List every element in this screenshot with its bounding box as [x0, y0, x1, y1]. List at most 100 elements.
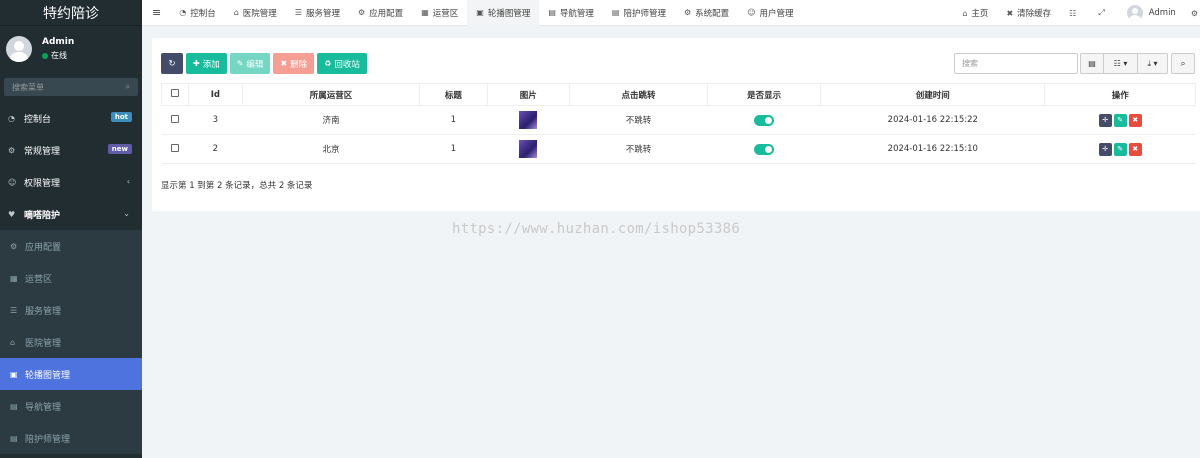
col-header: 标题	[419, 83, 488, 106]
table-toolbar: ↻ ✚ 添加 ✎ 编辑 ✖ 删除 ♻ 回收站	[161, 53, 370, 74]
add-button[interactable]: ✚ 添加	[186, 53, 227, 74]
show-toggle[interactable]	[754, 114, 775, 126]
sidebar-item-hospital[interactable]: ⌂ 医院管理	[0, 326, 142, 358]
tab-label: 陪护师管理	[623, 8, 666, 19]
recycle-icon: ♻	[324, 59, 332, 68]
tab-system-config[interactable]: ⚙ 系统配置	[675, 0, 738, 26]
user-icon: ☺	[747, 8, 756, 17]
tab-operation-area[interactable]: ▦ 运营区	[412, 0, 467, 26]
sidebar-item-didi-care[interactable]: ♥ 嘀嗒陪护 ⌄	[0, 198, 142, 230]
image-icon: ▣	[476, 8, 484, 17]
user-panel: Admin 在线	[0, 26, 142, 72]
row-checkbox[interactable]	[170, 114, 179, 123]
move-icon: ✛	[1102, 145, 1109, 153]
refresh-button[interactable]: ↻	[161, 53, 183, 74]
sidebar-item-label: 导航管理	[25, 402, 62, 413]
columns-button[interactable]: ☷ ▾	[1104, 53, 1138, 74]
translate-button[interactable]: ☷	[1060, 0, 1089, 26]
col-header: 创建时间	[820, 83, 1046, 106]
banner-thumbnail[interactable]	[519, 111, 538, 129]
home-link[interactable]: ⌂ 主页	[953, 0, 997, 26]
sidebar-item-navigation[interactable]: ▤ 导航管理	[0, 390, 142, 422]
select-all-cell[interactable]	[161, 83, 189, 106]
list-icon: ☰	[10, 305, 18, 315]
id-card-icon: ▤	[10, 433, 18, 443]
recycle-bin-button[interactable]: ♻ 回收站	[317, 53, 367, 74]
sidebar-item-operation-area[interactable]: ▦ 运营区	[0, 262, 142, 294]
sidebar-item-permissions[interactable]: ☺ 权限管理 ‹	[0, 166, 142, 198]
tab-label: 服务管理	[305, 8, 340, 19]
sidebar-item-escort[interactable]: ▤ 陪护师管理	[0, 422, 142, 454]
show-toggle[interactable]	[754, 143, 775, 155]
content-panel: ↻ ✚ 添加 ✎ 编辑 ✖ 删除 ♻ 回收站 搜索 ▤ ☷ ▾ ⤓ ▾ ⌕ Id…	[152, 38, 1200, 211]
chevron-left-icon: ‹	[126, 177, 130, 186]
fullscreen-icon: ⤢	[1098, 8, 1105, 17]
sidebar-item-banner[interactable]: ▣ 轮播图管理	[0, 358, 142, 390]
col-header: 图片	[486, 83, 571, 106]
sidebar-item-general[interactable]: ⚙ 常规管理 new	[0, 134, 142, 166]
tab-escort[interactable]: ▤ 陪护师管理	[603, 0, 675, 26]
col-header[interactable]: Id	[187, 83, 243, 106]
sidebar-item-app-config[interactable]: ⚙ 应用配置	[0, 230, 142, 262]
col-header: 是否显示	[707, 83, 822, 106]
tab-service[interactable]: ☰ 服务管理	[286, 0, 349, 26]
edit-button[interactable]: ✎ 编辑	[229, 53, 271, 74]
list-icon: ☰	[294, 8, 302, 17]
avatar	[1126, 5, 1143, 21]
row-edit-button[interactable]: ✎	[1113, 113, 1127, 127]
top-navbar: ≡ ◔ 控制台 ⌂ 医院管理 ☰ 服务管理 ⚙ 应用配置 ▦ 运营区 ▣ 轮播图…	[142, 0, 1200, 26]
tab-label: 用户管理	[759, 8, 794, 19]
tab-navigation[interactable]: ▤ 导航管理	[539, 0, 603, 26]
table-search-placeholder: 搜索	[962, 59, 978, 68]
new-badge: new	[107, 144, 132, 154]
watermark-text: https://www.huzhan.com/ishop53386	[452, 221, 741, 237]
menu-search-input[interactable]: 搜索菜单 ⌕	[4, 78, 138, 96]
table-row[interactable]: 3 济南 1 不跳转 2024-01-16 22:15:22 ✛ ✎ ✖	[161, 105, 1196, 135]
add-label: 添加	[202, 59, 220, 70]
sidebar-item-service[interactable]: ☰ 服务管理	[0, 294, 142, 326]
cell-created: 2024-01-16 22:15:22	[820, 105, 1045, 135]
row-edit-button[interactable]: ✎	[1113, 142, 1127, 156]
user-menu[interactable]: Admin	[1118, 0, 1185, 26]
dashboard-icon: ◔	[8, 113, 15, 123]
sidebar-item-label: 控制台	[24, 114, 52, 125]
select-all-checkbox[interactable]	[170, 89, 179, 97]
tab-dashboard[interactable]: ◔ 控制台	[170, 0, 225, 26]
tab-label: 轮播图管理	[487, 8, 531, 19]
fullscreen-button[interactable]: ⤢	[1089, 0, 1117, 26]
cell-jump: 不跳转	[569, 134, 708, 164]
table-row[interactable]: 2 北京 1 不跳转 2024-01-16 22:15:10 ✛ ✎ ✖	[161, 134, 1196, 164]
hospital-icon: ⌂	[10, 337, 16, 347]
table-view-controls: ▤ ☷ ▾ ⤓ ▾	[1080, 53, 1168, 74]
sidebar-item-dashboard[interactable]: ◔ 控制台 hot	[0, 102, 142, 134]
row-delete-button[interactable]: ✖	[1128, 113, 1142, 127]
tab-banner[interactable]: ▣ 轮播图管理	[467, 0, 540, 26]
search-icon: ⌕	[1180, 58, 1186, 69]
tab-users[interactable]: ☺ 用户管理	[738, 0, 802, 26]
advanced-search-button[interactable]: ⌕	[1171, 53, 1195, 74]
tab-app-config[interactable]: ⚙ 应用配置	[349, 0, 412, 26]
columns-icon: ☷ ▾	[1113, 59, 1128, 68]
clear-cache-button[interactable]: ✖ 清除缓存	[997, 0, 1060, 26]
export-button[interactable]: ⤓ ▾	[1138, 53, 1168, 74]
trash-icon: ✖	[280, 59, 288, 68]
delete-button[interactable]: ✖ 删除	[273, 53, 315, 74]
tab-hospital[interactable]: ⌂ 医院管理	[225, 0, 286, 26]
gear-icon: ⚙	[358, 8, 366, 17]
table-view-icon: ▤	[1088, 59, 1096, 68]
app-logo[interactable]: 特约陪诊	[0, 0, 142, 26]
drag-sort-button[interactable]: ✛	[1098, 113, 1112, 127]
sidebar-item-label: 嘀嗒陪护	[24, 210, 61, 221]
avatar	[6, 36, 32, 62]
settings-button[interactable]: ⚙	[1185, 0, 1200, 26]
banner-thumbnail[interactable]	[519, 140, 538, 158]
row-checkbox[interactable]	[170, 143, 179, 152]
sidebar-item-label: 轮播图管理	[25, 370, 71, 381]
menu-toggle-icon[interactable]: ≡	[142, 6, 170, 19]
table-search-input[interactable]: 搜索	[954, 53, 1078, 74]
drag-sort-button[interactable]: ✛	[1098, 142, 1112, 156]
row-delete-button[interactable]: ✖	[1128, 142, 1142, 156]
toggle-view-button[interactable]: ▤	[1080, 53, 1104, 74]
chevron-down-icon: ⌄	[123, 209, 130, 218]
map-icon: ▦	[10, 273, 18, 283]
